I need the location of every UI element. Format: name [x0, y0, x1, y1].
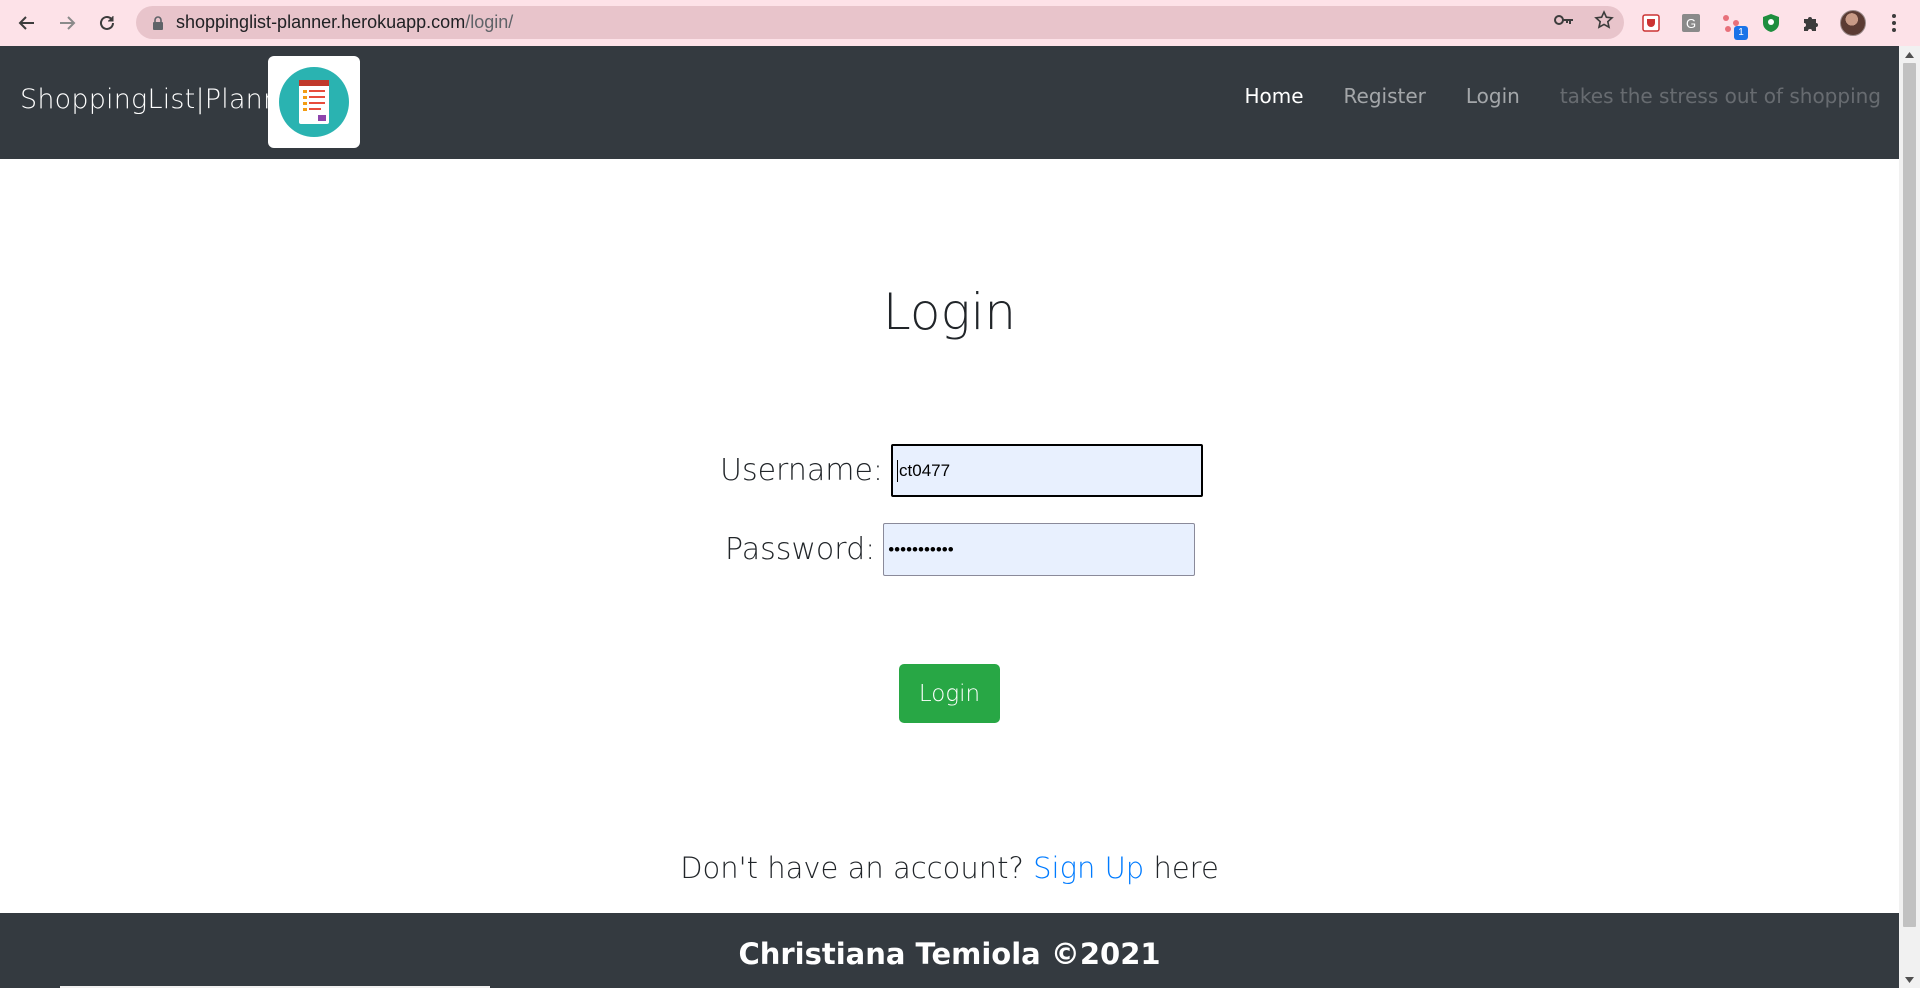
extension-badge: 1: [1734, 25, 1748, 40]
back-button[interactable]: [7, 3, 47, 43]
arrow-right-icon: [60, 16, 76, 30]
star-icon[interactable]: [1594, 10, 1614, 35]
signup-prefix: Don't have an account?: [680, 851, 1024, 885]
url-text: shoppinglist-planner.herokuapp.com/login…: [176, 12, 513, 33]
password-row: Password: •••••••••••: [725, 523, 1196, 576]
lock-icon: [150, 15, 166, 31]
menu-icon[interactable]: [1884, 12, 1904, 34]
reload-icon: [100, 15, 114, 30]
signup-link[interactable]: Sign Up: [1033, 851, 1144, 885]
nav-login[interactable]: Login: [1466, 84, 1520, 108]
logo[interactable]: [268, 56, 360, 148]
nav-home[interactable]: Home: [1244, 84, 1303, 108]
password-input[interactable]: •••••••••••: [883, 523, 1196, 576]
username-input[interactable]: ct0477: [891, 444, 1204, 497]
address-bar[interactable]: shoppinglist-planner.herokuapp.com/login…: [136, 6, 1624, 39]
page-title: Login: [882, 283, 1017, 341]
brand-link[interactable]: ShoppingList|Planner: [20, 84, 308, 115]
shield-extension-icon[interactable]: [1640, 12, 1662, 34]
username-row: Username: ct0477: [720, 444, 1204, 497]
arrow-left-icon: [18, 16, 34, 30]
tagline: takes the stress out of shopping: [1559, 84, 1881, 108]
browser-toolbar: shoppinglist-planner.herokuapp.com/login…: [0, 0, 1920, 46]
username-value: ct0477: [899, 460, 951, 480]
grammar-extension-icon[interactable]: G: [1680, 12, 1702, 34]
nav-register[interactable]: Register: [1344, 84, 1426, 108]
url-path: /login/: [465, 12, 514, 32]
share-extension-icon[interactable]: 1: [1720, 12, 1748, 40]
scroll-up-arrow-icon[interactable]: [1899, 46, 1920, 63]
puzzle-icon[interactable]: [1800, 12, 1822, 34]
text-caret: [897, 459, 899, 482]
page-scrollbar[interactable]: [1899, 46, 1920, 988]
login-page: Login Username: ct0477 Password: •••••••…: [0, 159, 1899, 913]
footer-copyright: Christiana Temiola ©2021: [738, 937, 1161, 971]
scrollbar-thumb[interactable]: [1903, 63, 1916, 927]
password-value: •••••••••••: [888, 539, 954, 559]
key-icon[interactable]: [1554, 13, 1574, 32]
scroll-down-arrow-icon[interactable]: [1899, 971, 1920, 988]
security-extension-icon[interactable]: [1760, 12, 1782, 34]
login-button[interactable]: Login: [899, 664, 1000, 723]
nav-links: Home Register Login takes the stress out…: [1244, 84, 1881, 108]
password-label: Password:: [725, 532, 876, 567]
signup-suffix: here: [1153, 851, 1219, 885]
signup-prompt: Don't have an account? Sign Up here: [0, 851, 1899, 885]
shopping-list-logo-icon: [279, 67, 349, 137]
profile-avatar[interactable]: [1840, 9, 1866, 36]
site-footer: Christiana Temiola ©2021: [0, 913, 1899, 988]
site-navbar: ShoppingList|Planner Home Register Login…: [0, 46, 1899, 159]
reload-button[interactable]: [87, 3, 127, 43]
forward-button[interactable]: [47, 3, 87, 43]
svg-text:G: G: [1686, 16, 1696, 31]
url-host: shoppinglist-planner.herokuapp.com: [176, 12, 466, 32]
username-label: Username:: [720, 453, 884, 488]
